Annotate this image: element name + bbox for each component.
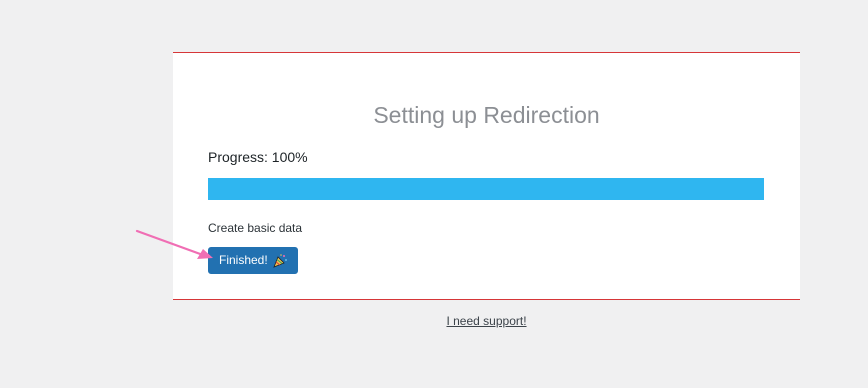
progress-bar xyxy=(208,178,764,200)
page-title: Setting up Redirection xyxy=(373,102,600,128)
annotation-arrow-icon xyxy=(135,229,213,259)
setup-wizard-panel: Setting up Redirection Progress: 100% Cr… xyxy=(173,52,800,300)
progress-label: Progress: 100% xyxy=(208,149,308,165)
finished-button-label: Finished! xyxy=(219,253,268,267)
progress-bar-fill xyxy=(208,178,764,200)
support-link-wrapper: I need support! xyxy=(0,313,868,329)
support-link[interactable]: I need support! xyxy=(0,313,868,329)
party-popper-icon xyxy=(272,253,288,269)
